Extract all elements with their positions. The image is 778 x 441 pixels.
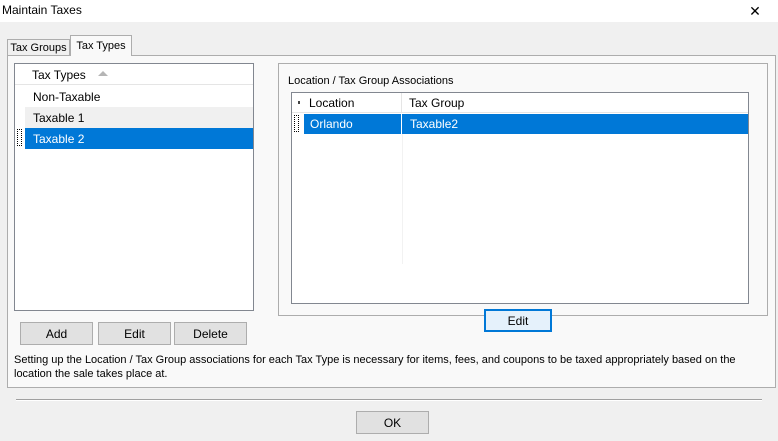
tax-types-panel: Tax Types Non-Taxable Taxable 1 Taxable …: [7, 55, 776, 388]
list-item-label: Taxable 2: [33, 131, 85, 146]
column-header-location[interactable]: Location: [304, 93, 402, 113]
edit-association-button[interactable]: Edit: [484, 309, 552, 332]
tab-tax-groups[interactable]: Tax Groups: [7, 39, 70, 56]
divider: [16, 399, 762, 401]
row-header-marker: [298, 101, 300, 104]
row-focus-indicator: [294, 115, 299, 132]
cell-tax-group[interactable]: Taxable2: [403, 114, 703, 134]
column-header-label: Tax Group: [409, 96, 465, 110]
list-item-label: Non-Taxable: [33, 89, 101, 104]
associations-title: Location / Tax Group Associations: [288, 75, 454, 87]
close-icon[interactable]: ✕: [732, 0, 778, 22]
tax-types-column-header[interactable]: Tax Types: [15, 64, 253, 85]
sort-ascending-icon: [98, 71, 108, 76]
associations-grid[interactable]: Location Tax Group Orlando Taxable2: [291, 92, 749, 304]
add-button[interactable]: Add: [20, 322, 93, 345]
table-row[interactable]: Orlando Taxable2: [304, 114, 748, 134]
list-item-selected[interactable]: Taxable 2: [25, 128, 253, 149]
cell-location[interactable]: Orlando: [304, 114, 402, 134]
tax-types-list[interactable]: Tax Types Non-Taxable Taxable 1 Taxable …: [14, 63, 254, 311]
row-focus-indicator: [17, 129, 22, 146]
grid-header: Location Tax Group: [292, 93, 748, 113]
title-bar: Maintain Taxes ✕: [0, 0, 778, 22]
edit-tax-type-button[interactable]: Edit: [98, 322, 171, 345]
window-title: Maintain Taxes: [2, 3, 82, 17]
list-item[interactable]: Taxable 1: [25, 107, 253, 128]
tab-tax-types[interactable]: Tax Types: [70, 35, 132, 56]
column-header-tax-group[interactable]: Tax Group: [403, 93, 643, 113]
list-item[interactable]: Non-Taxable: [25, 86, 253, 107]
column-divider: [402, 134, 403, 264]
info-text: Setting up the Location / Tax Group asso…: [14, 354, 736, 380]
delete-button[interactable]: Delete: [174, 322, 247, 345]
column-header-label: Tax Types: [32, 68, 86, 82]
tab-label: Tax Types: [76, 40, 126, 52]
ok-button[interactable]: OK: [356, 411, 429, 434]
list-item-label: Taxable 1: [33, 110, 85, 125]
tab-label: Tax Groups: [10, 42, 67, 54]
associations-group: Location / Tax Group Associations Locati…: [278, 63, 768, 316]
column-header-label: Location: [309, 96, 355, 110]
